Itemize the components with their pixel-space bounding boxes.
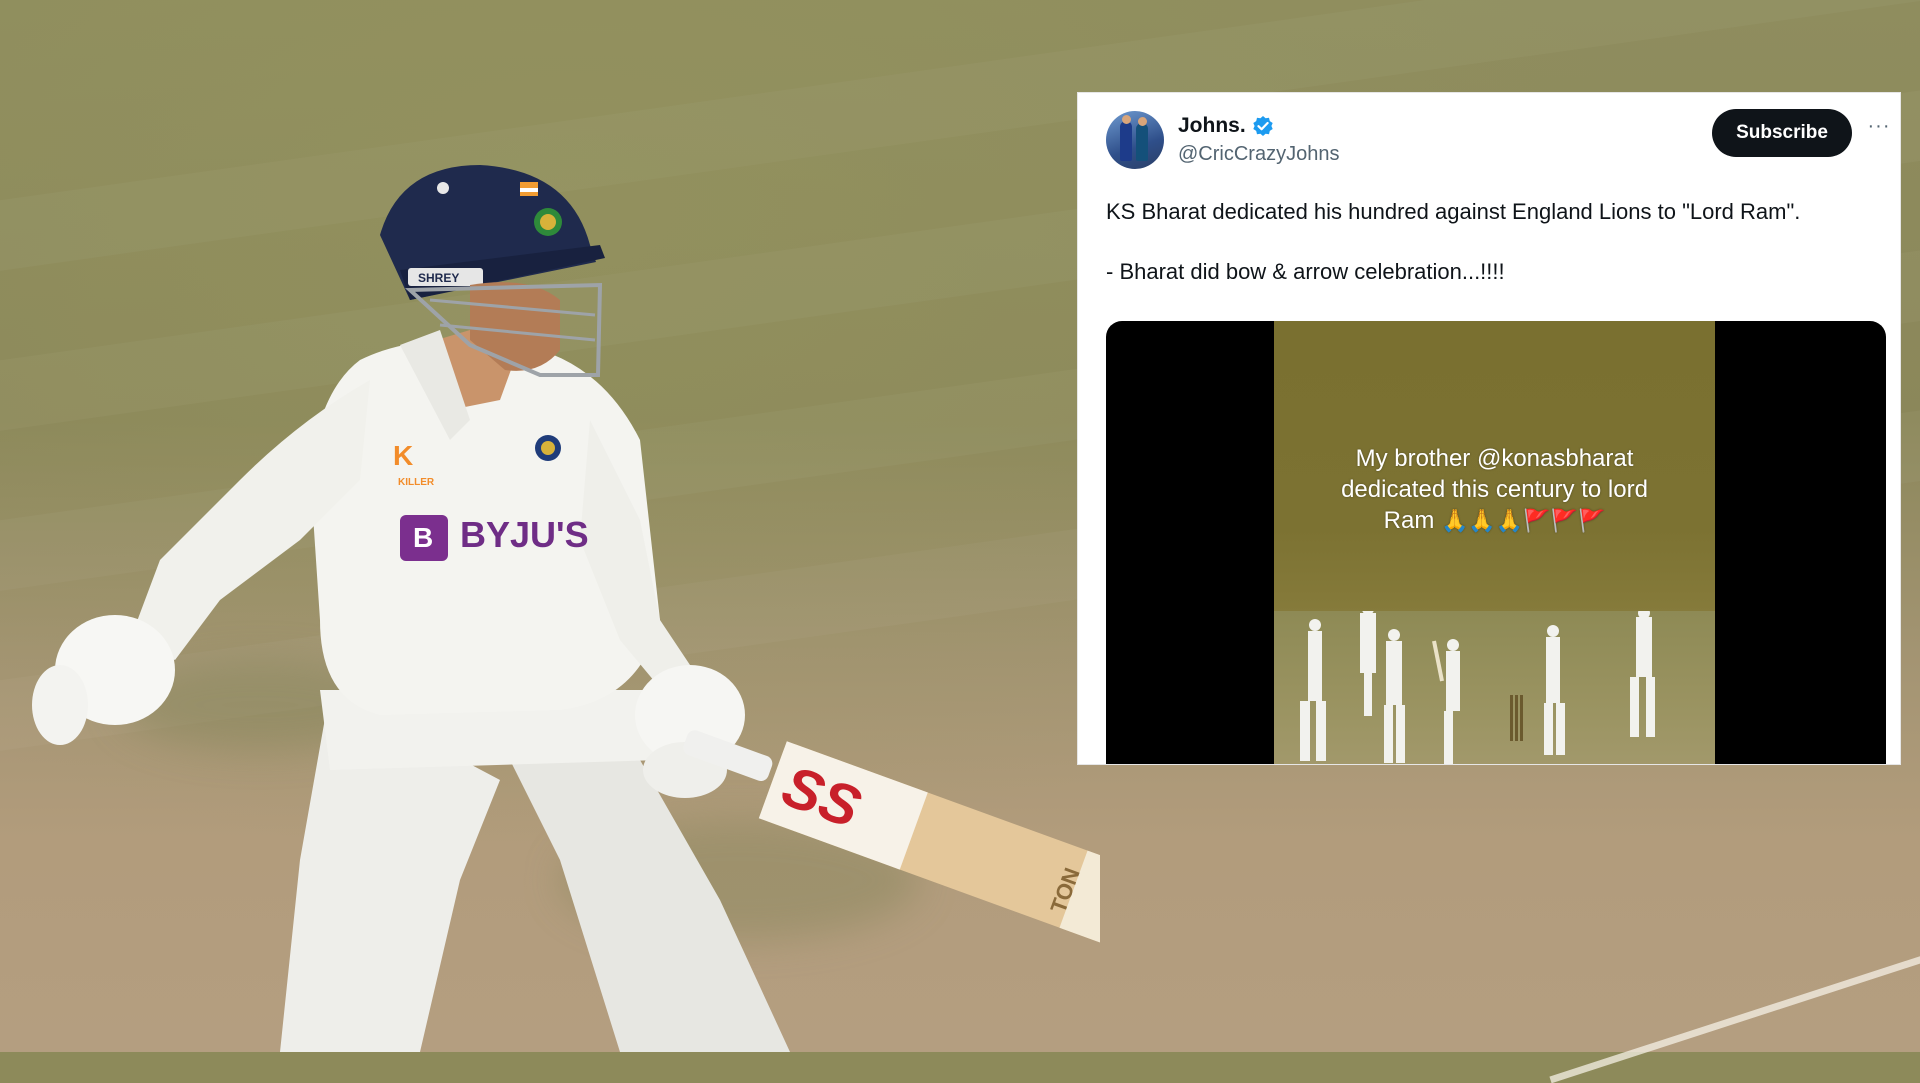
video-players-scene [1300,611,1655,764]
video-frame: My brother @konasbharat dedicated this c… [1274,321,1715,764]
svg-text:B: B [413,522,433,553]
author-name-row[interactable]: Johns. [1178,113,1274,139]
more-options-icon[interactable]: ··· [1864,115,1894,145]
video-caption-line-3: Ram [1383,507,1435,534]
video-caption-line-1: My brother @konasbharat [1355,445,1634,472]
crease-line [1549,943,1920,1083]
subscribe-button[interactable]: Subscribe [1712,109,1852,157]
tweet-video[interactable]: My brother @konasbharat dedicated this c… [1106,321,1886,764]
avatar[interactable] [1106,111,1164,169]
tweet-text: KS Bharat dedicated his hundred against … [1106,199,1801,284]
tweet-card: Johns. @CricCrazyJohns Subscribe ··· KS … [1077,92,1901,765]
verified-badge-icon [1252,115,1274,137]
sponsor-logo: BYJU'S [460,514,589,555]
helmet-label: SHREY [418,271,459,285]
prayer-flag-emoji-icons: 🙏🙏🙏🚩🚩🚩 [1440,508,1606,533]
shirt-logo-text: KILLER [398,477,435,488]
video-caption: My brother @konasbharat dedicated this c… [1274,443,1715,536]
author-handle[interactable]: @CricCrazyJohns [1178,143,1339,166]
author-name[interactable]: Johns. [1178,114,1246,138]
svg-text:K: K [393,440,413,471]
video-caption-line-2: dedicated this century to lord [1341,476,1648,503]
cricketer-photo: SHREY K KILLER B BYJU'S SS TON [0,0,1100,1052]
